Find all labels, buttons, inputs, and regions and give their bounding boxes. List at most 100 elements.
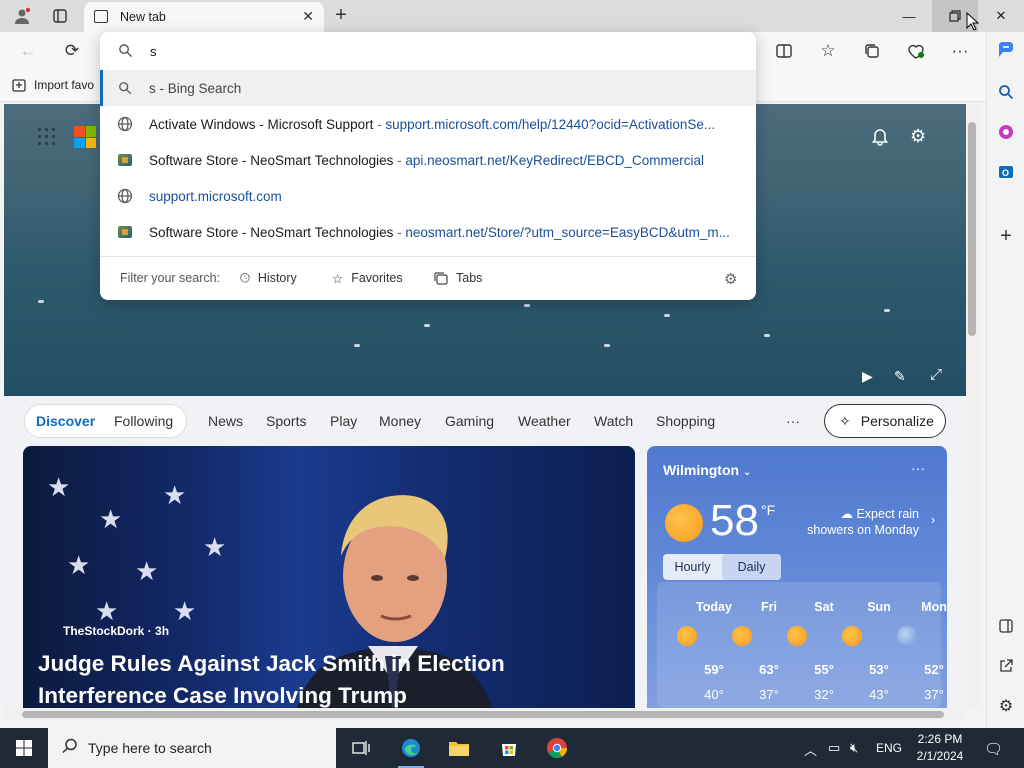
- new-tab-button[interactable]: +: [330, 4, 352, 27]
- tab-actions-icon[interactable]: [48, 4, 72, 28]
- suggestion-software-store-utm[interactable]: Software Store - NeoSmart Technologies -…: [100, 214, 756, 250]
- taskbar-search-box[interactable]: Type here to search: [48, 728, 336, 768]
- weather-more-icon[interactable]: ···: [911, 460, 925, 476]
- tab-weather[interactable]: Weather: [518, 413, 571, 429]
- apps-grid-icon[interactable]: [36, 126, 56, 146]
- flag-star-decoration: ★: [203, 532, 227, 562]
- tab-play[interactable]: Play: [330, 413, 357, 429]
- kite-decoration: [884, 309, 890, 312]
- wallpaper-edit-icon[interactable]: ✎: [894, 368, 906, 385]
- task-view-icon[interactable]: [338, 728, 384, 768]
- weather-day[interactable]: Sat 55° 32°: [770, 582, 834, 708]
- hide-sidebar-icon[interactable]: [994, 614, 1018, 638]
- personalize-icon: ✧: [839, 412, 851, 429]
- weather-day[interactable]: Today 59° 40°: [660, 582, 732, 708]
- outlook-icon[interactable]: O: [994, 160, 1018, 184]
- kite-decoration: [764, 334, 770, 337]
- edge-taskbar-icon[interactable]: [388, 728, 434, 768]
- filter-tabs-button[interactable]: Tabs: [434, 267, 482, 289]
- notifications-bell-icon[interactable]: [870, 126, 890, 151]
- notifications-icon[interactable]: 🗨︎: [984, 740, 1003, 758]
- suggestion-activate-windows[interactable]: Activate Windows - Microsoft Support - s…: [100, 106, 756, 142]
- play-icon[interactable]: ▶: [862, 368, 873, 385]
- tab-watch[interactable]: Watch: [594, 413, 633, 429]
- add-sidebar-app-icon[interactable]: +: [994, 224, 1018, 248]
- tray-overflow-chevron-icon[interactable]: ︿: [804, 740, 817, 759]
- microsoft-store-icon[interactable]: [486, 728, 532, 768]
- weather-day[interactable]: Fri 63° 37°: [715, 582, 779, 708]
- search-icon[interactable]: [994, 80, 1018, 104]
- weather-city[interactable]: Wilmington ⌄: [663, 462, 751, 478]
- page-settings-gear-icon[interactable]: ⚙: [910, 126, 926, 147]
- news-source: TheStockDork · 3h: [63, 624, 170, 638]
- clock-time[interactable]: 2:26 PM: [914, 732, 966, 746]
- collections-icon[interactable]: [858, 38, 886, 64]
- address-input[interactable]: [148, 41, 728, 61]
- tab-shopping[interactable]: Shopping: [656, 413, 715, 429]
- suggestion-bing-search[interactable]: s - Bing Search: [100, 70, 756, 106]
- search-settings-gear-icon[interactable]: ⚙: [724, 270, 737, 288]
- copilot-icon[interactable]: [994, 38, 1018, 62]
- kite-decoration: [354, 344, 360, 347]
- close-window-button[interactable]: ✕: [978, 0, 1024, 32]
- suggestion-software-store-api[interactable]: Software Store - NeoSmart Technologies -…: [100, 142, 756, 178]
- browser-essentials-icon[interactable]: [902, 38, 930, 64]
- tab-news[interactable]: News: [208, 413, 243, 429]
- sunny-icon: [665, 504, 703, 542]
- weather-hourly-tab[interactable]: Hourly: [663, 554, 722, 580]
- tab-gaming[interactable]: Gaming: [445, 413, 494, 429]
- tab-following[interactable]: Following: [114, 413, 173, 429]
- split-screen-icon[interactable]: [770, 38, 798, 64]
- volume-muted-icon[interactable]: 🔇︎: [850, 740, 858, 756]
- clock-date[interactable]: 2/1/2024: [914, 749, 966, 763]
- news-headline[interactable]: Judge Rules Against Jack Smith in Electi…: [38, 648, 558, 708]
- vertical-scrollbar[interactable]: [966, 104, 978, 708]
- weather-day[interactable]: Mon 52° 37°: [880, 582, 947, 708]
- close-tab-icon[interactable]: ✕: [302, 8, 314, 25]
- flag-star-decoration: ★: [163, 480, 187, 510]
- external-link-icon[interactable]: [994, 654, 1018, 678]
- tab-new-tab[interactable]: New tab ✕: [84, 2, 324, 32]
- minimize-button[interactable]: —: [886, 0, 932, 32]
- horizontal-scrollbar[interactable]: [4, 708, 966, 720]
- file-explorer-icon[interactable]: [436, 728, 482, 768]
- start-button[interactable]: [0, 728, 48, 768]
- network-icon[interactable]: ▭: [828, 740, 840, 756]
- sidebar-settings-icon[interactable]: ⚙: [994, 694, 1018, 718]
- kite-decoration: [604, 344, 610, 347]
- profile-icon[interactable]: [10, 4, 34, 28]
- tab-sports[interactable]: Sports: [266, 413, 306, 429]
- filter-history-button[interactable]: 🕓︎ History: [240, 267, 297, 289]
- tab-discover[interactable]: Discover: [36, 413, 95, 429]
- suggestion-support-microsoft[interactable]: support.microsoft.com: [100, 178, 756, 214]
- filter-favorites-button[interactable]: ☆ Favorites: [332, 267, 403, 289]
- personalize-button[interactable]: ✧ Personalize: [824, 404, 946, 438]
- horizontal-scroll-thumb[interactable]: [22, 711, 944, 718]
- back-button[interactable]: ←: [14, 38, 42, 64]
- language-indicator[interactable]: ENG: [876, 741, 902, 755]
- vertical-scroll-thumb[interactable]: [968, 122, 976, 336]
- fullscreen-icon[interactable]: ⤢: [930, 366, 942, 383]
- flag-star-decoration: ★: [173, 596, 197, 626]
- weather-daily-tab[interactable]: Daily: [722, 554, 781, 580]
- neosmart-favicon-icon: [116, 223, 134, 241]
- weather-day[interactable]: Sun 53° 43°: [825, 582, 891, 708]
- search-filter-row: Filter your search: 🕓︎ History ☆ Favorites…: [100, 256, 756, 300]
- partly-cloudy-icon: [732, 626, 752, 646]
- globe-icon: [116, 187, 134, 205]
- kite-decoration: [524, 304, 530, 307]
- more-topics-button[interactable]: ···: [786, 413, 800, 429]
- news-card[interactable]: ★ ★ ★ ★ ★ ★ ★ ★ TheStockDork · 3h Judge …: [23, 446, 635, 708]
- taskbar-search-placeholder: Type here to search: [88, 740, 212, 756]
- weather-forecast-note[interactable]: ☁ Expect rain showers on Monday ›: [797, 506, 935, 538]
- settings-more-icon[interactable]: ···: [946, 38, 974, 64]
- favorites-star-icon[interactable]: ☆: [814, 38, 842, 64]
- sunny-icon: [677, 626, 697, 646]
- office-icon[interactable]: [994, 120, 1018, 144]
- import-favorites-button[interactable]: Import favo: [12, 78, 94, 92]
- refresh-button[interactable]: ⟳: [58, 38, 86, 64]
- chrome-icon[interactable]: [534, 728, 580, 768]
- tab-title: New tab: [120, 10, 166, 24]
- weather-card[interactable]: Wilmington ⌄ ··· 58 °F ☁ Expect rain sho…: [647, 446, 947, 708]
- tab-money[interactable]: Money: [379, 413, 421, 429]
